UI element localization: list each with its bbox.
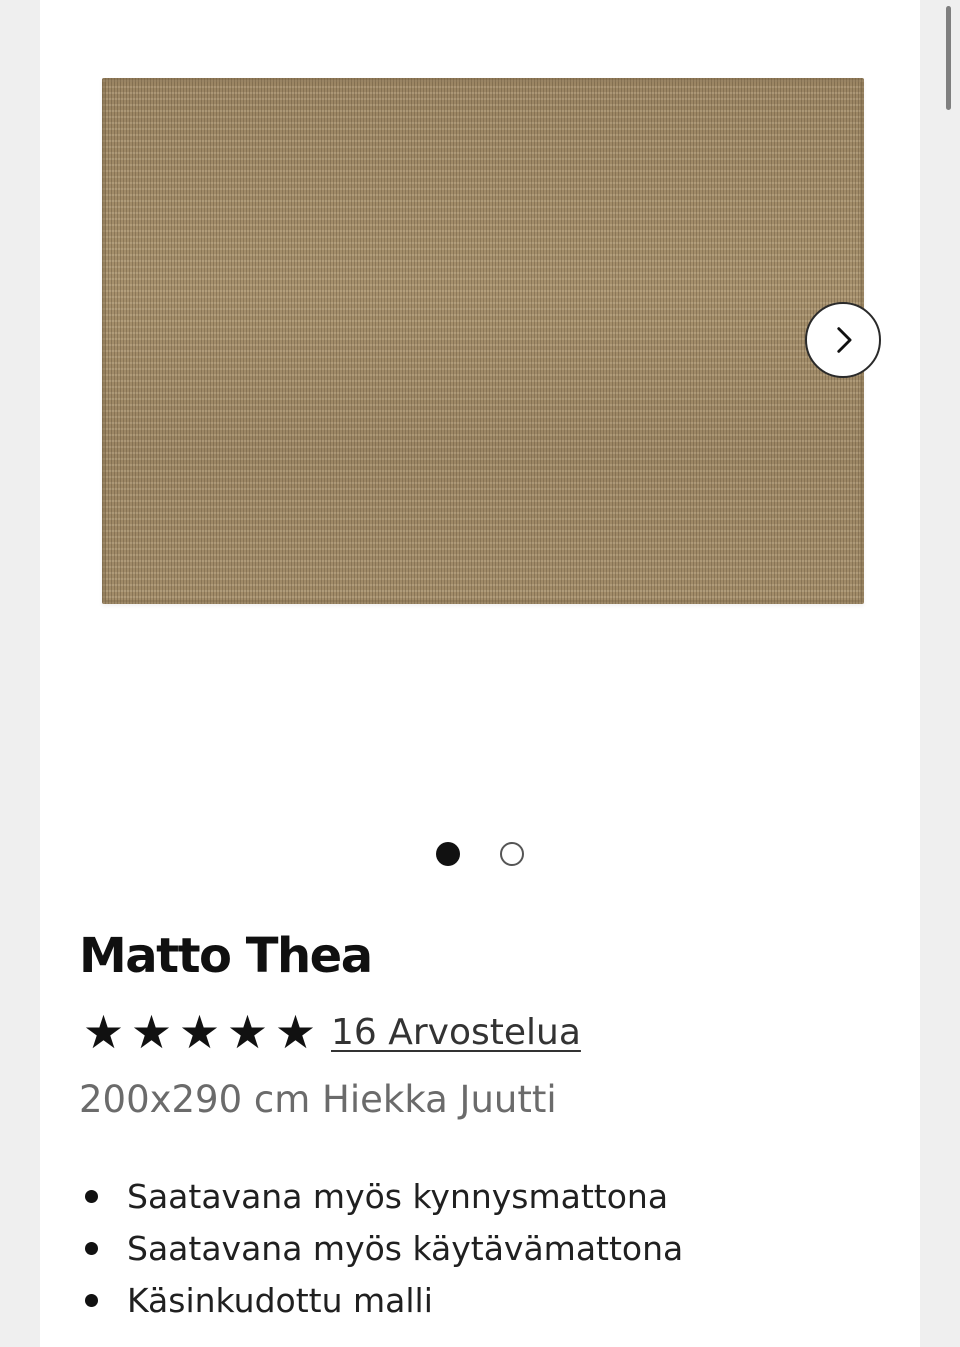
reviews-link[interactable]: 16 Arvostelua [331, 1012, 581, 1053]
bullet-icon [85, 1189, 98, 1203]
gallery-pagination [436, 842, 524, 866]
star-icon: ★ [82, 1005, 125, 1059]
product-title: Matto Thea [79, 928, 373, 984]
list-item: Saatavana myös käytävämattona [80, 1222, 683, 1274]
feature-text: Saatavana myös kynnysmattona [127, 1176, 669, 1216]
product-variant: 200x290 cm Hiekka Juutti [79, 1078, 557, 1121]
rating-row: ★ ★ ★ ★ ★ 16 Arvostelua [80, 1003, 581, 1061]
star-icon: ★ [178, 1005, 221, 1059]
list-item: Saatavana myös kynnysmattona [80, 1170, 683, 1222]
scrollbar[interactable] [943, 0, 953, 1347]
pagination-dot-2[interactable] [500, 842, 524, 866]
gallery-next-button[interactable] [805, 302, 881, 378]
feature-text: Käsinkudottu malli [127, 1280, 433, 1320]
feature-text: Saatavana myös käytävämattona [127, 1228, 684, 1268]
product-image[interactable] [102, 78, 864, 604]
scrollbar-thumb[interactable] [946, 6, 951, 110]
star-icon: ★ [226, 1005, 269, 1059]
pagination-dot-1[interactable] [436, 842, 460, 866]
bullet-icon [85, 1241, 98, 1255]
star-icon: ★ [130, 1005, 173, 1059]
bullet-icon [85, 1293, 98, 1307]
rug-edge-texture [102, 78, 864, 604]
feature-list: Saatavana myös kynnysmattona Saatavana m… [80, 1170, 683, 1326]
chevron-right-icon [837, 327, 852, 353]
star-icon: ★ [274, 1005, 317, 1059]
list-item: Käsinkudottu malli [80, 1274, 683, 1326]
rating-stars: ★ ★ ★ ★ ★ [80, 1009, 319, 1055]
